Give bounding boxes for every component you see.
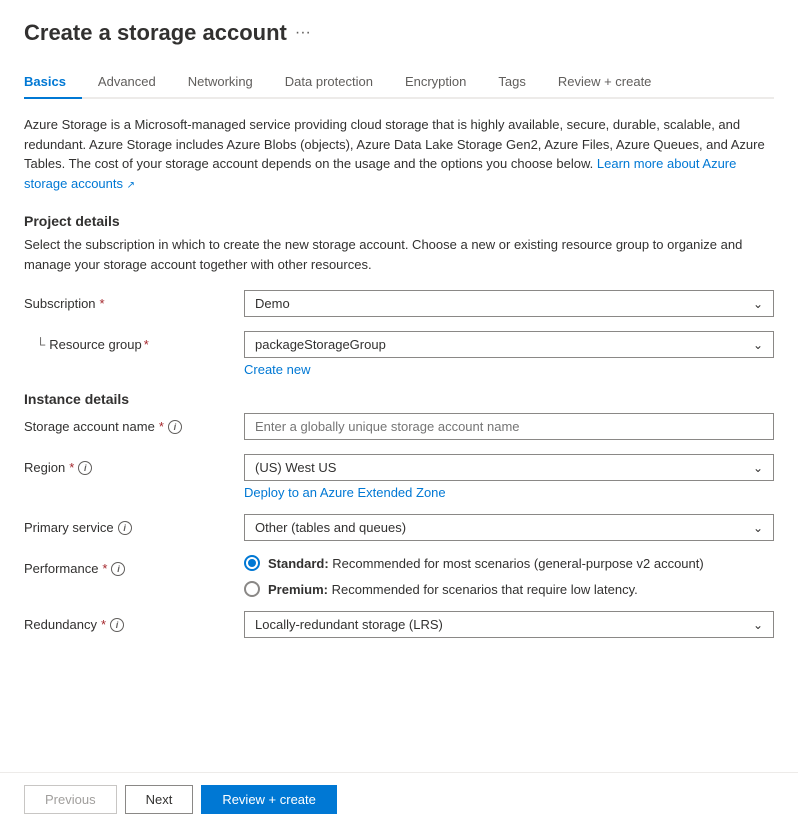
redundancy-dropdown[interactable]: Locally-redundant storage (LRS) ⌄ [244, 611, 774, 638]
region-info-icon[interactable]: i [78, 461, 92, 475]
region-row: Region * i (US) West US ⌄ Deploy to an A… [24, 454, 774, 500]
primary-service-row: Primary service i Other (tables and queu… [24, 514, 774, 541]
tab-encryption[interactable]: Encryption [389, 66, 482, 99]
project-details-description: Select the subscription in which to crea… [24, 235, 774, 274]
performance-row: Performance * i Standard: Recom [24, 555, 774, 597]
region-dropdown[interactable]: (US) West US ⌄ [244, 454, 774, 481]
subscription-row: Subscription * Demo ⌄ [24, 290, 774, 317]
next-button[interactable]: Next [125, 785, 194, 814]
performance-info-icon[interactable]: i [111, 562, 125, 576]
review-create-button[interactable]: Review + create [201, 785, 337, 814]
redundancy-label: Redundancy * i [24, 611, 244, 632]
performance-control: Standard: Recommended for most scenarios… [244, 555, 774, 597]
page-title: Create a storage account [24, 20, 287, 46]
footer: Previous Next Review + create [0, 772, 798, 826]
page-title-row: Create a storage account ··· [24, 20, 774, 46]
performance-label: Performance * i [24, 555, 244, 576]
tab-networking[interactable]: Networking [172, 66, 269, 99]
performance-standard-radio-dot [248, 559, 256, 567]
previous-button[interactable]: Previous [24, 785, 117, 814]
subscription-control: Demo ⌄ [244, 290, 774, 317]
performance-premium-radio[interactable] [244, 581, 260, 597]
redundancy-dropdown-chevron: ⌄ [753, 618, 763, 632]
instance-details-section: Instance details Storage account name * … [24, 391, 774, 638]
tab-advanced[interactable]: Advanced [82, 66, 172, 99]
storage-account-name-row: Storage account name * i [24, 413, 774, 440]
redundancy-control: Locally-redundant storage (LRS) ⌄ [244, 611, 774, 638]
page-description: Azure Storage is a Microsoft-managed ser… [24, 115, 774, 193]
performance-premium-option[interactable]: Premium: Recommended for scenarios that … [244, 581, 774, 597]
resource-group-label-wrapper: └ Resource group * [24, 331, 244, 352]
tab-tags[interactable]: Tags [482, 66, 541, 99]
subscription-dropdown[interactable]: Demo ⌄ [244, 290, 774, 317]
tab-nav: Basics Advanced Networking Data protecti… [24, 66, 774, 99]
performance-standard-option[interactable]: Standard: Recommended for most scenarios… [244, 555, 774, 571]
storage-account-name-control [244, 413, 774, 440]
instance-details-heading: Instance details [24, 391, 774, 407]
region-dropdown-chevron: ⌄ [753, 461, 763, 475]
region-control: (US) West US ⌄ Deploy to an Azure Extend… [244, 454, 774, 500]
storage-account-name-input[interactable] [244, 413, 774, 440]
resource-group-required: * [144, 337, 149, 352]
storage-name-info-icon[interactable]: i [168, 420, 182, 434]
subscription-required: * [100, 296, 105, 311]
project-details-heading: Project details [24, 213, 774, 229]
subscription-label: Subscription * [24, 290, 244, 311]
ellipsis-menu-icon[interactable]: ··· [295, 24, 311, 42]
redundancy-row: Redundancy * i Locally-redundant storage… [24, 611, 774, 638]
resource-group-dropdown-chevron: ⌄ [753, 338, 763, 352]
resource-group-dropdown[interactable]: packageStorageGroup ⌄ [244, 331, 774, 358]
primary-service-control: Other (tables and queues) ⌄ [244, 514, 774, 541]
performance-radio-group: Standard: Recommended for most scenarios… [244, 555, 774, 597]
performance-standard-label: Standard: Recommended for most scenarios… [268, 556, 704, 571]
resource-group-label: Resource group [49, 337, 142, 352]
resource-group-control: packageStorageGroup ⌄ Create new [244, 331, 774, 377]
external-link-icon: ↗ [127, 180, 135, 191]
extended-zone-link[interactable]: Deploy to an Azure Extended Zone [244, 485, 774, 500]
redundancy-info-icon[interactable]: i [110, 618, 124, 632]
tab-data-protection[interactable]: Data protection [269, 66, 389, 99]
storage-account-name-label: Storage account name * i [24, 413, 244, 434]
performance-standard-radio[interactable] [244, 555, 260, 571]
create-new-resource-group-link[interactable]: Create new [244, 362, 774, 377]
performance-premium-label: Premium: Recommended for scenarios that … [268, 582, 638, 597]
primary-service-dropdown[interactable]: Other (tables and queues) ⌄ [244, 514, 774, 541]
subscription-dropdown-chevron: ⌄ [753, 297, 763, 311]
primary-service-label: Primary service i [24, 514, 244, 535]
tab-basics[interactable]: Basics [24, 66, 82, 99]
primary-service-info-icon[interactable]: i [118, 521, 132, 535]
tab-review-create[interactable]: Review + create [542, 66, 668, 99]
resource-group-row: └ Resource group * packageStorageGroup ⌄… [24, 331, 774, 377]
primary-service-dropdown-chevron: ⌄ [753, 521, 763, 535]
region-label: Region * i [24, 454, 244, 475]
